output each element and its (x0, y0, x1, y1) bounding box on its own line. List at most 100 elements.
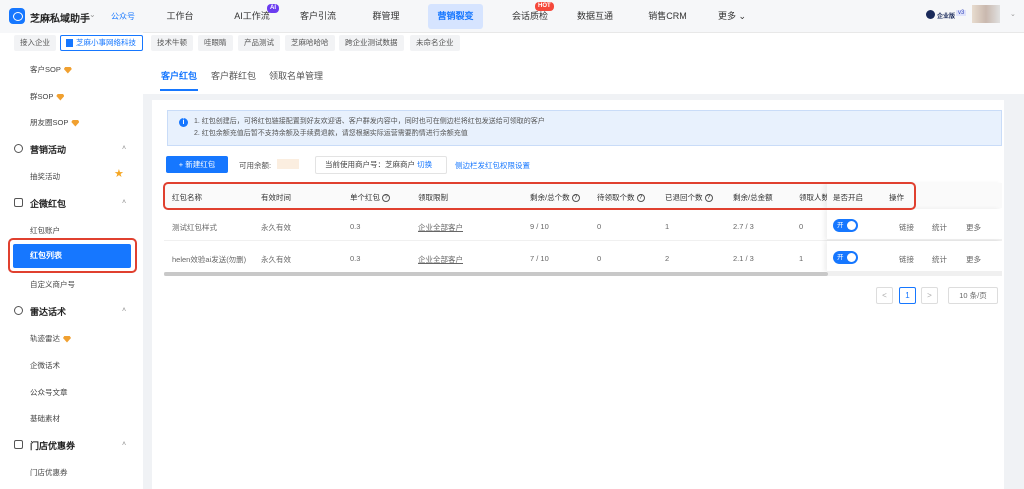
cell-amount: 0.3 (350, 254, 361, 263)
sidebar-group-radar[interactable]: 雷达话术 (30, 305, 66, 318)
brand-name[interactable]: 芝麻私域助手 (30, 10, 90, 25)
sidebar-group-coupons[interactable]: 门店优惠券 (30, 439, 75, 452)
sidebar-item-track-radar[interactable]: 轨迹雷达 (30, 333, 71, 344)
brand: 芝麻私域助手 ⌄ 公众号 (0, 0, 143, 33)
balance-label: 可用余额: (239, 161, 272, 170)
notice-line: 2. 红包余额充值后暂不支持余额及手续费退款，请您根据实际运营需要酌情进行余额充… (194, 130, 468, 137)
account-type[interactable]: 公众号 (111, 11, 135, 22)
page-size-select[interactable]: 10 条/页 (948, 287, 998, 304)
vip-icon (71, 119, 80, 127)
tab-customer-red-packet[interactable]: 客户红包 (161, 69, 197, 82)
chevron-up-icon[interactable]: ˄ (122, 145, 126, 152)
sidebar-item-label: 朋友圈SOP (30, 118, 69, 127)
hot-badge: HOT (535, 2, 554, 11)
cell-pending[interactable]: 0 (597, 222, 601, 231)
edition-icon (926, 10, 935, 19)
cell-limit[interactable]: 企业全部客户 (418, 222, 463, 233)
red-packet-icon (14, 198, 23, 207)
enterprise-tab[interactable]: 产品测试 (238, 35, 280, 51)
sidebar-item-moments-sop[interactable]: 朋友圈SOP (30, 117, 80, 128)
sidebar-item-label: 轨迹雷达 (30, 334, 60, 343)
notice-line: 1. 红包创建后，可将红包链接配置到好友欢迎语、客户群发内容中，同时也可在侧边栏… (194, 118, 545, 125)
coupon-icon (14, 440, 23, 449)
new-red-packet-button[interactable]: + 新建红包 (166, 156, 228, 173)
enterprise-tab[interactable]: 技术牛顿 (151, 35, 193, 51)
enterprise-tab-label: 芝麻小事网络科技 (76, 38, 136, 47)
app-logo-icon (9, 8, 25, 24)
enterprise-icon (66, 39, 73, 47)
radar-icon (14, 306, 23, 315)
cell-claimers[interactable]: 1 (799, 254, 803, 263)
more-action[interactable]: 更多 (966, 254, 981, 265)
nav-data-sync[interactable]: 数据互通 (570, 0, 620, 33)
stats-action[interactable]: 统计 (932, 222, 947, 233)
enterprise-tab[interactable]: 芝麻哈哈哈 (285, 35, 335, 51)
sidebar-item-custom-merchant[interactable]: 自定义商户号 (30, 279, 75, 290)
sidebar-item-materials[interactable]: 基础素材 (30, 413, 60, 424)
enterprise-tab[interactable]: 跨企业测试数据 (339, 35, 404, 51)
sidebar-item-label: 客户SOP (30, 65, 61, 74)
chevron-up-icon[interactable]: ˄ (122, 307, 126, 314)
cell-validity: 永久有效 (261, 223, 291, 232)
sidebar-item-customer-sop[interactable]: 客户SOP (30, 64, 72, 75)
highlight-annotation (8, 238, 137, 273)
prev-page-button[interactable]: < (876, 287, 893, 304)
horizontal-scrollbar-thumb[interactable] (164, 272, 828, 276)
chevron-up-icon[interactable]: ˄ (122, 441, 126, 448)
sidebar-item-store-coupons[interactable]: 门店优惠券 (30, 467, 68, 478)
tab-group-red-packet[interactable]: 客户群红包 (211, 69, 256, 82)
sidebar-group-marketing[interactable]: 营销活动 (30, 143, 66, 156)
cell-limit[interactable]: 企业全部客户 (418, 254, 463, 265)
link-action[interactable]: 链接 (899, 222, 914, 233)
nav-group-management[interactable]: 群管理 (366, 0, 406, 33)
edition-label: 企业版 (937, 14, 956, 20)
cell-remaining-amount: 2.1 / 3 (733, 254, 754, 263)
nav-sales-crm[interactable]: 销售CRM (640, 0, 695, 33)
vip-icon (56, 93, 65, 101)
cell-pending[interactable]: 0 (597, 254, 601, 263)
sidebar-item-red-packet-account[interactable]: 红包账户 (30, 225, 60, 236)
sidebar-item-group-sop[interactable]: 群SOP (30, 91, 65, 102)
cell-remaining-amount: 2.7 / 3 (733, 222, 754, 231)
cell-remaining-count: 7 / 10 (530, 254, 549, 263)
sidebar-item-lottery[interactable]: 抽奖活动 (30, 171, 60, 182)
highlight-annotation (163, 182, 916, 210)
page-1-button[interactable]: 1 (899, 287, 916, 304)
more-action[interactable]: 更多 (966, 222, 981, 233)
enterprise-tab-active[interactable]: 芝麻小事网络科技 (60, 35, 143, 51)
nav-more[interactable]: 更多 ⌄ (712, 0, 752, 33)
next-page-button[interactable]: > (921, 287, 938, 304)
enterprise-tab[interactable]: 哇眼睛 (198, 35, 233, 51)
enable-toggle[interactable]: 开 (833, 219, 858, 232)
sidebar-item-scripts[interactable]: 企微话术 (30, 360, 60, 371)
chevron-up-icon[interactable]: ˄ (122, 199, 126, 206)
cell-remaining-count: 9 / 10 (530, 222, 549, 231)
vip-icon (63, 66, 72, 74)
tab-claim-list[interactable]: 领取名单管理 (269, 69, 323, 82)
info-icon: i (179, 118, 188, 127)
active-tab-indicator (160, 89, 198, 91)
enterprise-tab[interactable]: 未命名企业 (410, 35, 460, 51)
user-menu-chevron-icon[interactable]: ⌄ (1010, 10, 1016, 18)
enterprise-tab[interactable]: 接入企业 (14, 35, 56, 51)
balance-value-blurred (277, 159, 299, 169)
cell-claimers[interactable]: 0 (799, 222, 803, 231)
stats-action[interactable]: 统计 (932, 254, 947, 265)
nav-workbench[interactable]: 工作台 (160, 0, 200, 33)
cell-validity: 永久有效 (261, 255, 291, 264)
nav-marketing[interactable]: 营销裂变 (428, 4, 483, 29)
merchant-box: 当前使用商户号：芝麻商户 切换 (315, 156, 447, 174)
switch-merchant-link[interactable]: 切换 (417, 160, 432, 169)
sidebar-permission-link[interactable]: 侧边栏发红包权限设置 (455, 160, 530, 171)
enable-toggle[interactable]: 开 (833, 251, 858, 264)
cell-name: 测试红包样式 (172, 223, 217, 232)
chevron-down-icon[interactable]: ⌄ (89, 10, 96, 19)
avatar[interactable] (972, 5, 1000, 23)
star-icon[interactable]: ★ (114, 167, 124, 180)
sidebar-item-articles[interactable]: 公众号文章 (30, 387, 68, 398)
cell-returned: 1 (665, 222, 670, 231)
sidebar-group-red-packet[interactable]: 企微红包 (30, 197, 66, 210)
nav-customer-acquisition[interactable]: 客户引流 (296, 0, 340, 33)
link-action[interactable]: 链接 (899, 254, 914, 265)
version-badge: v3 (956, 10, 967, 16)
